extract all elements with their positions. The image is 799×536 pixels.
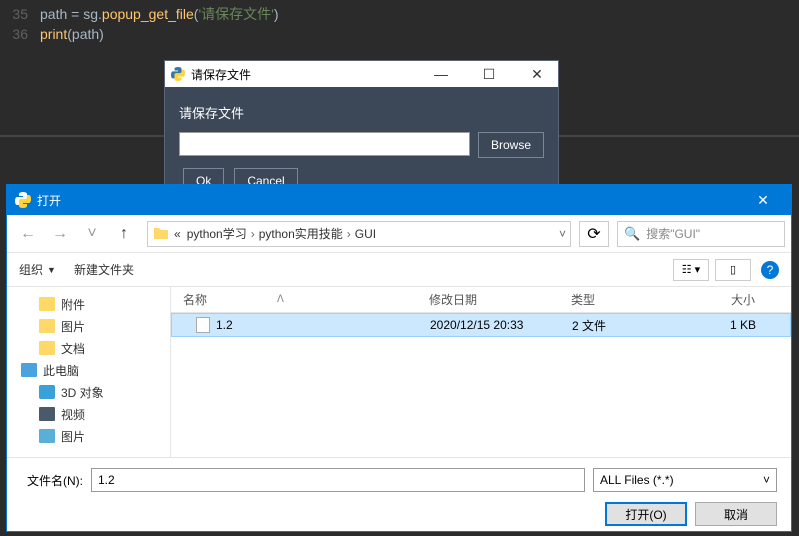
sidebar-item[interactable]: 图片 [7, 315, 170, 337]
search-input[interactable]: 🔍 搜索"GUI" [617, 221, 785, 247]
code-text: print(path) [40, 26, 104, 42]
sidebar-item[interactable]: 视频 [7, 403, 170, 425]
file-filter-select[interactable]: ALL Files (*.*)˅ [593, 468, 777, 492]
folder-icon [39, 297, 55, 311]
file-list: 名称 ᐱ 修改日期 类型 大小 1.2 2020/12/15 20:332 文件1 … [171, 287, 791, 457]
list-header[interactable]: 名称 ᐱ 修改日期 类型 大小 [171, 287, 791, 313]
sidebar: 附件图片文档此电脑3D 对象视频图片 [7, 287, 171, 457]
search-icon: 🔍 [624, 226, 640, 242]
sidebar-item[interactable]: 附件 [7, 293, 170, 315]
filename-label: 文件名(N): [21, 472, 83, 489]
line-number: 36 [0, 26, 40, 42]
sidebar-item-label: 此电脑 [43, 362, 79, 379]
col-date[interactable]: 修改日期 [429, 291, 571, 308]
python-icon [171, 67, 185, 81]
sidebar-item-label: 3D 对象 [61, 384, 104, 401]
browse-button[interactable]: Browse [478, 132, 544, 158]
sidebar-item-label: 附件 [61, 296, 85, 313]
file-icon [196, 317, 210, 333]
breadcrumb[interactable]: « python学习 › python实用技能 › GUI ˅ [147, 221, 571, 247]
folder-icon [39, 341, 55, 355]
code-text: path = sg.popup_get_file('请保存文件') [40, 4, 278, 24]
close-button[interactable]: ✕ [743, 185, 783, 215]
sidebar-item[interactable]: 文档 [7, 337, 170, 359]
maximize-button[interactable]: ☐ [474, 66, 504, 83]
toolbar: 组织▼ 新建文件夹 ☷ ▾ ▯ ? [7, 253, 791, 287]
view-options-button[interactable]: ☷ ▾ [673, 259, 709, 281]
forward-button[interactable]: → [45, 221, 75, 247]
file-type: 2 文件 [572, 317, 690, 334]
line-number: 35 [0, 6, 40, 22]
pc-icon [21, 363, 37, 377]
col-size[interactable]: 大小 [689, 291, 769, 308]
new-folder-button[interactable]: 新建文件夹 [74, 261, 134, 278]
up-button[interactable]: ↑ [109, 221, 139, 247]
img-icon [39, 429, 55, 443]
search-placeholder: 搜索"GUI" [646, 225, 700, 242]
python-icon [15, 192, 31, 208]
close-button[interactable]: ✕ [522, 66, 552, 83]
popup-title: 请保存文件 [191, 66, 426, 83]
code-line: 35 path = sg.popup_get_file('请保存文件') [0, 4, 799, 24]
file-date: 2020/12/15 20:33 [430, 318, 572, 332]
code-editor: 35 path = sg.popup_get_file('请保存文件') 36 … [0, 0, 799, 48]
open-button[interactable]: 打开(O) [605, 502, 687, 526]
back-button[interactable]: ← [13, 221, 43, 247]
preview-pane-button[interactable]: ▯ [715, 259, 751, 281]
recent-dropdown[interactable]: ˅ [77, 221, 107, 247]
nav-bar: ← → ˅ ↑ « python学习 › python实用技能 › GUI ˅ … [7, 215, 791, 253]
sidebar-item[interactable]: 3D 对象 [7, 381, 170, 403]
col-name[interactable]: 名称 [183, 291, 207, 308]
sidebar-item[interactable]: 图片 [7, 425, 170, 447]
file-name: 1.2 [216, 318, 233, 332]
file-row[interactable]: 1.2 2020/12/15 20:332 文件1 KB [171, 313, 791, 337]
sidebar-item[interactable]: 此电脑 [7, 359, 170, 381]
col-type[interactable]: 类型 [571, 291, 689, 308]
minimize-button[interactable]: — [426, 66, 456, 83]
breadcrumb-dropdown-icon[interactable]: ˅ [559, 227, 566, 241]
sidebar-item-label: 视频 [61, 406, 85, 423]
sort-icon: ᐱ [277, 294, 284, 305]
dialog-title: 打开 [37, 192, 743, 209]
obj3d-icon [39, 385, 55, 399]
folder-icon [39, 319, 55, 333]
sidebar-item-label: 文档 [61, 340, 85, 357]
filename-input[interactable] [91, 468, 585, 492]
file-size: 1 KB [690, 318, 770, 332]
organize-menu[interactable]: 组织▼ [19, 261, 56, 278]
breadcrumb-item[interactable]: GUI [355, 227, 376, 241]
dialog-titlebar[interactable]: 打开 ✕ [7, 185, 791, 215]
popup-titlebar[interactable]: 请保存文件 — ☐ ✕ [165, 61, 558, 87]
breadcrumb-item[interactable]: python实用技能 [259, 225, 343, 242]
sidebar-item-label: 图片 [61, 318, 85, 335]
help-button[interactable]: ? [761, 261, 779, 279]
popup-label: 请保存文件 [179, 103, 544, 122]
code-line: 36 print(path) [0, 24, 799, 44]
file-path-input[interactable] [179, 132, 470, 156]
sidebar-item-label: 图片 [61, 428, 85, 445]
cancel-button[interactable]: 取消 [695, 502, 777, 526]
folder-icon [152, 225, 170, 243]
file-dialog: 打开 ✕ ← → ˅ ↑ « python学习 › python实用技能 › G… [6, 184, 792, 532]
refresh-button[interactable]: ⟳ [579, 221, 609, 247]
video-icon [39, 407, 55, 421]
breadcrumb-item[interactable]: python学习 [187, 225, 247, 242]
